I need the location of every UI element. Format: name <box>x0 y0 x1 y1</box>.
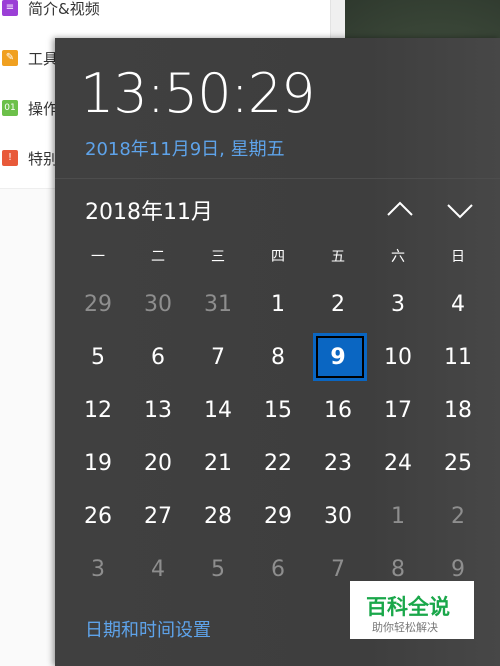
bg-item-label: 操作 <box>28 99 59 118</box>
day-cell-other-month[interactable]: 29 <box>70 280 126 330</box>
weekday-label: 三 <box>211 249 225 265</box>
steps-icon: 01 <box>2 100 18 116</box>
day-cell[interactable]: 24 <box>370 439 426 489</box>
day-cell[interactable]: 3 <box>370 280 426 330</box>
day-cell[interactable]: 13 <box>130 386 186 436</box>
bg-item-intro[interactable]: ≡ 简介&视频 <box>0 0 330 23</box>
day-cell[interactable]: 22 <box>250 439 306 489</box>
watermark-title: 百科全说 <box>366 595 450 619</box>
day-cell[interactable]: 17 <box>370 386 426 436</box>
day-cell[interactable]: 21 <box>190 439 246 489</box>
chevron-down-icon <box>447 204 473 219</box>
weekday-label: 二 <box>151 249 165 265</box>
day-cell[interactable]: 20 <box>130 439 186 489</box>
day-cell[interactable]: 1 <box>250 280 306 330</box>
day-cell[interactable]: 6 <box>130 333 186 383</box>
day-cell[interactable]: 19 <box>70 439 126 489</box>
day-cell-other-month[interactable]: 30 <box>130 280 186 330</box>
weekday-label: 一 <box>91 249 105 265</box>
day-cell[interactable]: 18 <box>430 386 486 436</box>
wrench-icon: ✎ <box>2 50 18 66</box>
date-time-settings-link[interactable]: 日期和时间设置 <box>85 616 211 642</box>
chevron-up-icon <box>387 201 413 216</box>
day-cell-other-month[interactable]: 31 <box>190 280 246 330</box>
day-cell[interactable]: 2 <box>310 280 366 330</box>
day-cell-other-month[interactable]: 4 <box>130 545 186 595</box>
day-cell[interactable]: 26 <box>70 492 126 542</box>
day-cell[interactable]: 5 <box>70 333 126 383</box>
watermark-logo: 百科全说 助你轻松解决 <box>350 581 474 639</box>
day-cell-other-month[interactable]: 6 <box>250 545 306 595</box>
day-cell-other-month[interactable]: 2 <box>430 492 486 542</box>
day-cell[interactable]: 23 <box>310 439 366 489</box>
watermark-subtitle: 助你轻松解决 <box>372 621 438 634</box>
clock-time: 13:50:29 <box>80 62 316 125</box>
day-cell[interactable]: 25 <box>430 439 486 489</box>
day-cell[interactable]: 27 <box>130 492 186 542</box>
selected-day[interactable]: 9 <box>310 333 367 383</box>
day-cell[interactable]: 11 <box>430 333 486 383</box>
day-cell[interactable]: 30 <box>310 492 366 542</box>
day-cell[interactable]: 7 <box>190 333 246 383</box>
day-cell-other-month[interactable]: 3 <box>70 545 126 595</box>
day-cell[interactable]: 4 <box>430 280 486 330</box>
weekday-label: 五 <box>331 249 345 265</box>
month-label[interactable]: 2018年11月 <box>85 194 213 226</box>
weekday-label: 日 <box>451 249 465 265</box>
bg-item-label: 工具 <box>28 49 59 68</box>
day-cell[interactable]: 12 <box>70 386 126 436</box>
divider <box>55 178 500 179</box>
day-cell-other-month[interactable]: 1 <box>370 492 426 542</box>
day-cell[interactable]: 14 <box>190 386 246 436</box>
previous-month-button[interactable] <box>383 193 417 227</box>
day-number: 9 <box>330 345 346 370</box>
day-cell[interactable]: 28 <box>190 492 246 542</box>
next-month-button[interactable] <box>443 193 477 227</box>
calendar-flyout: 13:50:29 2018年11月9日, 星期五 2018年11月 一 二 三 四 五 六… <box>55 38 500 666</box>
warning-icon: ! <box>2 150 18 166</box>
day-cell[interactable]: 29 <box>250 492 306 542</box>
weekday-label: 四 <box>271 249 285 265</box>
list-icon: ≡ <box>2 0 18 16</box>
day-cell[interactable]: 16 <box>310 386 366 436</box>
day-cell[interactable]: 10 <box>370 333 426 383</box>
day-cell[interactable]: 15 <box>250 386 306 436</box>
bg-item-label: 简介&视频 <box>28 0 100 18</box>
day-cell[interactable]: 8 <box>250 333 306 383</box>
full-date-link[interactable]: 2018年11月9日, 星期五 <box>85 135 285 161</box>
bg-item-label: 特别 <box>28 149 59 168</box>
weekday-label: 六 <box>391 249 405 265</box>
day-cell-other-month[interactable]: 5 <box>190 545 246 595</box>
